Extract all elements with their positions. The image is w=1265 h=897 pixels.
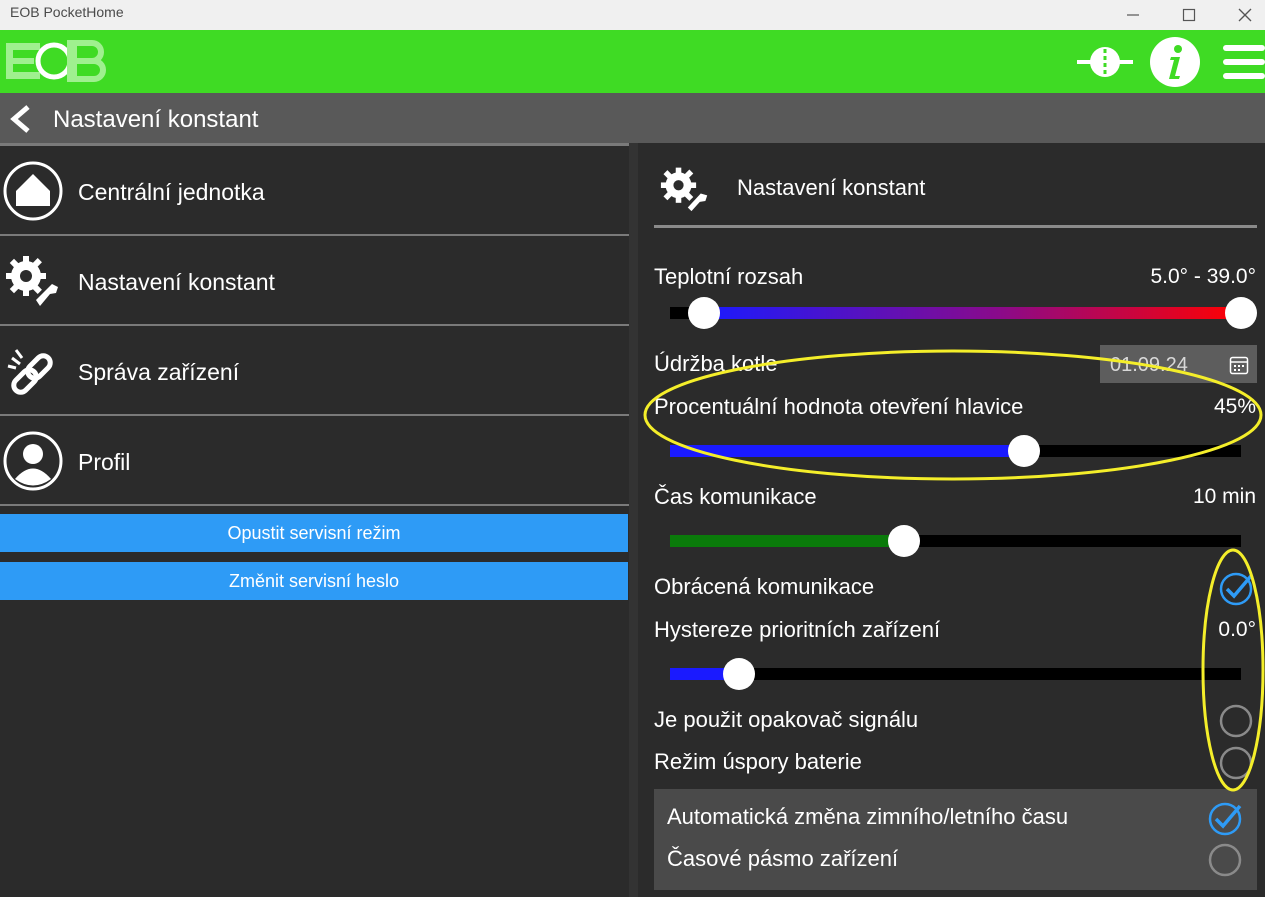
comm-time-value: 10 min bbox=[1192, 485, 1256, 508]
timezone-checkbox[interactable] bbox=[1207, 842, 1243, 878]
sidebar-item-profile[interactable]: Profil bbox=[0, 416, 629, 506]
user-icon bbox=[3, 431, 63, 491]
close-button[interactable] bbox=[1217, 0, 1265, 30]
eob-logo bbox=[6, 40, 106, 82]
window-titlebar: EOB PocketHome bbox=[0, 0, 1265, 30]
gears-wrench-icon bbox=[6, 256, 58, 306]
panel-divider bbox=[629, 143, 638, 897]
temp-range-low-thumb[interactable] bbox=[688, 297, 720, 329]
valve-open-value: 45% bbox=[1213, 395, 1256, 418]
title-divider bbox=[654, 225, 1257, 228]
reverse-comm-label: Obrácená komunikace bbox=[654, 574, 875, 599]
battery-saving-checkbox[interactable] bbox=[1218, 745, 1254, 781]
temp-range-slider[interactable] bbox=[670, 297, 1257, 329]
change-service-password-button[interactable]: Změnit servisní heslo bbox=[0, 562, 628, 600]
temp-range-high-thumb[interactable] bbox=[1225, 297, 1257, 329]
page-header: Nastavení konstant bbox=[0, 93, 1265, 143]
minimize-icon bbox=[1127, 14, 1139, 16]
timezone-label: Časové pásmo zařízení bbox=[667, 846, 899, 871]
hysteresis-thumb[interactable] bbox=[723, 658, 755, 690]
connection-icon[interactable] bbox=[1075, 43, 1135, 81]
valve-open-fill bbox=[670, 445, 1024, 457]
back-arrow-icon[interactable] bbox=[6, 104, 36, 134]
valve-open-slider[interactable] bbox=[670, 435, 1241, 467]
gears-wrench-icon bbox=[660, 167, 708, 212]
sidebar: Centrální jednotka Nastavení konstant Sp… bbox=[0, 143, 629, 897]
maximize-button[interactable] bbox=[1161, 0, 1217, 30]
valve-open-label: Procentuální hodnota otevření hlavice bbox=[654, 394, 1024, 419]
repeater-checkbox[interactable] bbox=[1218, 703, 1254, 739]
sidebar-item-central-unit[interactable]: Centrální jednotka bbox=[0, 146, 629, 236]
hysteresis-value: 0.0° bbox=[1218, 618, 1256, 641]
time-settings-box: Automatická změna zimního/letního času Č… bbox=[654, 789, 1257, 890]
sidebar-item-label: Nastavení konstant bbox=[78, 269, 275, 295]
close-icon bbox=[1238, 8, 1252, 22]
hysteresis-label: Hystereze prioritních zařízení bbox=[654, 617, 941, 642]
window-title: EOB PocketHome bbox=[10, 4, 124, 20]
maximize-icon bbox=[1182, 8, 1196, 22]
auto-dst-checkbox[interactable] bbox=[1207, 800, 1243, 836]
info-icon[interactable] bbox=[1149, 36, 1201, 88]
comm-time-thumb[interactable] bbox=[888, 525, 920, 557]
minimize-button[interactable] bbox=[1105, 0, 1161, 30]
temp-range-label: Teplotní rozsah bbox=[654, 264, 804, 289]
chain-link-icon bbox=[7, 349, 53, 395]
page-title: Nastavení konstant bbox=[53, 106, 259, 133]
app-header bbox=[0, 30, 1265, 93]
sidebar-item-constants[interactable]: Nastavení konstant bbox=[0, 236, 629, 326]
calendar-icon bbox=[1229, 356, 1249, 375]
comm-time-fill bbox=[670, 535, 904, 547]
repeater-label: Je použit opakovač signálu bbox=[654, 707, 919, 732]
hysteresis-slider[interactable] bbox=[670, 658, 1241, 690]
temp-range-gradient bbox=[704, 307, 1241, 319]
sidebar-item-label: Centrální jednotka bbox=[78, 179, 265, 205]
maintenance-date-picker[interactable]: 01.09.24 bbox=[1100, 345, 1257, 383]
sidebar-item-label: Správa zařízení bbox=[78, 359, 240, 385]
comm-time-slider[interactable] bbox=[670, 525, 1241, 557]
maintenance-date-value: 01.09.24 bbox=[1110, 354, 1188, 376]
auto-dst-label: Automatická změna zimního/letního času bbox=[667, 804, 1069, 829]
sidebar-item-label: Profil bbox=[78, 449, 131, 475]
comm-time-label: Čas komunikace bbox=[654, 484, 817, 509]
reverse-comm-checkbox[interactable] bbox=[1218, 570, 1254, 606]
leave-service-mode-button[interactable]: Opustit servisní režim bbox=[0, 514, 628, 552]
home-icon bbox=[3, 161, 63, 221]
battery-saving-label: Režim úspory baterie bbox=[654, 749, 862, 774]
settings-panel: Nastavení konstant Teplotní rozsah 5.0° … bbox=[638, 143, 1265, 897]
maintenance-label: Údržba kotle bbox=[654, 351, 778, 376]
valve-open-thumb[interactable] bbox=[1008, 435, 1040, 467]
temp-range-value: 5.0° - 39.0° bbox=[1150, 265, 1256, 288]
menu-icon[interactable] bbox=[1221, 40, 1265, 84]
settings-title: Nastavení konstant bbox=[737, 175, 926, 200]
sidebar-item-device-management[interactable]: Správa zařízení bbox=[0, 326, 629, 416]
